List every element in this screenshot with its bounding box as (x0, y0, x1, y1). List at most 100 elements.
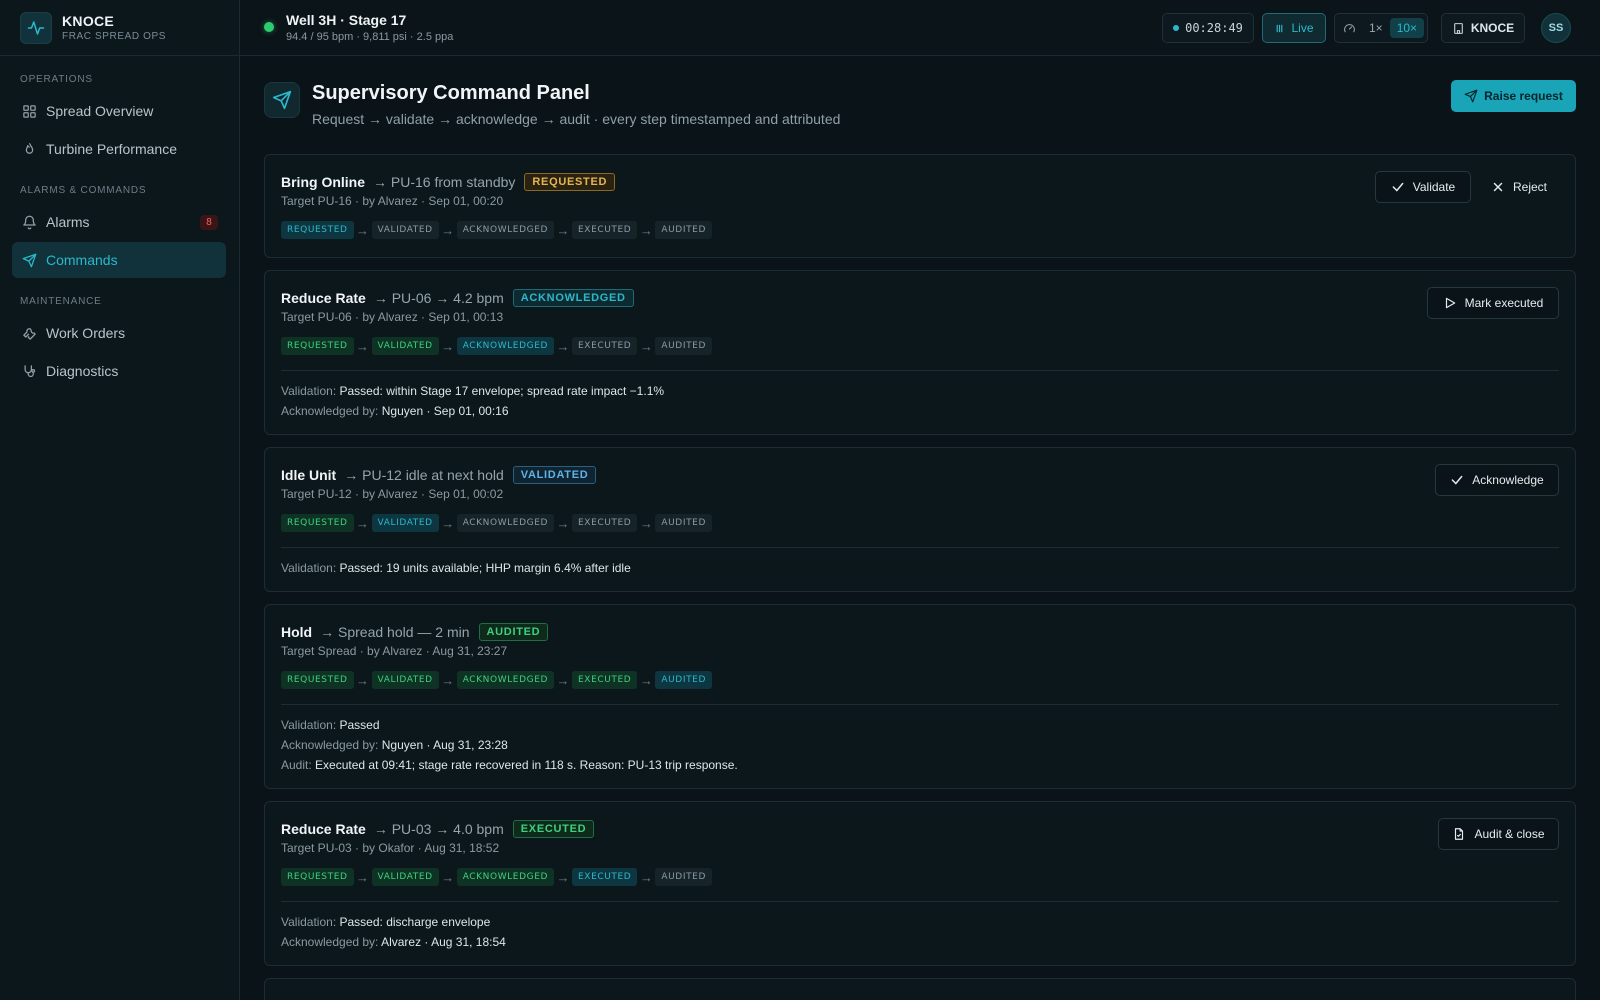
arrow-right-icon: → (556, 672, 570, 688)
step-requested: REQUESTED (281, 514, 354, 532)
sidebar-item-diagnostics[interactable]: Diagnostics (12, 353, 226, 389)
arrow-right-icon: → (441, 869, 455, 885)
workflow-steps: REQUESTED → VALIDATED → ACKNOWLEDGED → EXEC… (281, 868, 712, 886)
step-acknowledged: ACKNOWLEDGED (456, 868, 555, 886)
raise-request-label: Raise request (1484, 89, 1563, 103)
arrow-right-icon: → (441, 222, 455, 238)
send-icon (1464, 89, 1484, 103)
command-detail: → PU-12 idle at next hold (344, 467, 504, 483)
detail-key: Acknowledged by: (281, 404, 379, 418)
command-detail: → PU-16 from standby (373, 174, 516, 190)
step-acknowledged: ACKNOWLEDGED (456, 221, 555, 239)
raise-request-button[interactable]: Raise request (1451, 80, 1576, 112)
detail-value: Passed: within Stage 17 envelope; spread… (339, 384, 665, 398)
speed-1x-button[interactable]: 1× (1362, 18, 1390, 38)
arrow-right-icon: → (639, 672, 653, 688)
arrow-right-icon: → (639, 222, 653, 238)
workflow-steps: REQUESTED → VALIDATED → ACKNOWLEDGED → EXEC… (281, 337, 712, 355)
mark-executed-button[interactable]: Mark executed (1427, 287, 1559, 319)
building-icon (1452, 22, 1465, 35)
step-requested: REQUESTED (281, 221, 354, 239)
detail-value: Nguyen · Sep 01, 00:16 (381, 404, 509, 418)
live-button[interactable]: Live (1262, 13, 1326, 43)
check-icon (1450, 473, 1472, 487)
step-requested: REQUESTED (281, 671, 354, 689)
status-badge: AUDITED (478, 623, 549, 641)
sidebar-item-work-orders[interactable]: Work Orders (12, 315, 226, 351)
command-detail: → Spread hold — 2 min (320, 624, 470, 640)
detail-key: Validation: (281, 561, 337, 575)
play-icon (1443, 296, 1465, 310)
command-meta: Target PU-06 · by Alvarez · Sep 01, 00:1… (281, 310, 504, 324)
step-validated: VALIDATED (371, 671, 439, 689)
command-card: Reduce Rate → PU-03 → 4.0 bpm EXECUTED T… (264, 801, 1576, 966)
wrench-icon (20, 324, 38, 342)
live-status-dot (264, 22, 274, 32)
speed-10x-button[interactable]: 10× (1389, 18, 1425, 38)
validate-button[interactable]: Validate (1375, 171, 1471, 203)
sidebar-item-commands[interactable]: Commands (12, 242, 226, 278)
audit-close-label: Audit & close (1474, 827, 1545, 841)
alarm-count-badge: 8 (199, 214, 218, 230)
step-acknowledged: ACKNOWLEDGED (456, 337, 555, 355)
sidebar-item-spread-overview[interactable]: Spread Overview (12, 93, 226, 129)
sidebar-item-label: Turbine Performance (46, 141, 177, 157)
step-executed: EXECUTED (572, 868, 638, 886)
page-title: Supervisory Command Panel (312, 82, 590, 104)
audit-line: Audit: Executed at 09:41; stage rate rec… (281, 758, 738, 772)
command-detail: → PU-03 → 4.0 bpm (373, 821, 504, 837)
sidebar-item-label: Spread Overview (46, 103, 154, 119)
sidebar: KNOCE FRAC SPREAD OPS OPERATIONS Spread … (0, 0, 240, 1000)
reject-button[interactable]: Reject (1479, 171, 1559, 203)
acknowledge-label: Acknowledge (1472, 473, 1544, 487)
divider (281, 370, 1559, 371)
stethoscope-icon (20, 362, 38, 380)
grid-icon (20, 102, 38, 120)
arrow-right-icon: → (639, 338, 653, 354)
status-badge: ACKNOWLEDGED (512, 289, 634, 307)
detail-key: Audit: (281, 758, 312, 772)
topbar: Well 3H · Stage 17 94.4 / 95 bpm · 9,811… (240, 0, 1600, 56)
step-validated: VALIDATED (371, 868, 439, 886)
flame-icon (20, 140, 38, 158)
arrow-right-icon: → (356, 338, 370, 354)
step-acknowledged: ACKNOWLEDGED (456, 514, 555, 532)
arrow-right-icon: → (356, 672, 370, 688)
pulse-logo-icon (20, 11, 52, 44)
command-meta: Target Spread · by Alvarez · Aug 31, 23:… (281, 644, 508, 658)
arrow-right-icon: → (441, 672, 455, 688)
command-card: Bring Online → PU-16 from standby REQUES… (264, 154, 1576, 258)
acknowledged-line: Acknowledged by: Nguyen · Aug 31, 23:28 (281, 738, 508, 752)
arrow-right-icon: → (441, 338, 455, 354)
nav-section-operations: OPERATIONS (20, 74, 93, 85)
send-icon (20, 251, 38, 269)
step-audited: AUDITED (655, 337, 712, 355)
sidebar-item-turbine-performance[interactable]: Turbine Performance (12, 131, 226, 167)
file-check-icon (1452, 827, 1474, 841)
arrow-right-icon: → (639, 515, 653, 531)
user-avatar[interactable]: SS (1541, 13, 1571, 43)
command-meta: Target PU-03 · by Okafor · Aug 31, 18:52 (281, 841, 500, 855)
brand-name: KNOCE (62, 13, 115, 29)
divider (281, 901, 1559, 902)
validation-line: Validation: Passed: 19 units available; … (281, 561, 631, 575)
command-action: Bring Online (281, 174, 365, 190)
detail-value: Passed (339, 718, 380, 732)
command-action: Hold (281, 624, 313, 640)
audit-close-button[interactable]: Audit & close (1438, 818, 1559, 850)
detail-value: Passed: discharge envelope (339, 915, 491, 929)
sidebar-item-label: Work Orders (46, 325, 126, 341)
tenant-switcher[interactable]: KNOCE (1441, 13, 1525, 43)
well-metrics: 94.4 / 95 bpm · 9,811 psi · 2.5 ppa (286, 31, 454, 43)
acknowledge-button[interactable]: Acknowledge (1435, 464, 1559, 496)
step-acknowledged: ACKNOWLEDGED (456, 671, 555, 689)
arrow-right-icon: → (556, 515, 570, 531)
sidebar-item-label: Commands (46, 252, 118, 268)
sidebar-item-alarms[interactable]: Alarms 8 (12, 204, 226, 240)
detail-value: Executed at 09:41; stage rate recovered … (315, 758, 738, 772)
detail-key: Acknowledged by: (281, 935, 379, 949)
validation-line: Validation: Passed: within Stage 17 enve… (281, 384, 664, 398)
acknowledged-line: Acknowledged by: Nguyen · Sep 01, 00:16 (281, 404, 509, 418)
pause-bars-icon (1274, 23, 1285, 34)
reject-label: Reject (1512, 180, 1547, 194)
